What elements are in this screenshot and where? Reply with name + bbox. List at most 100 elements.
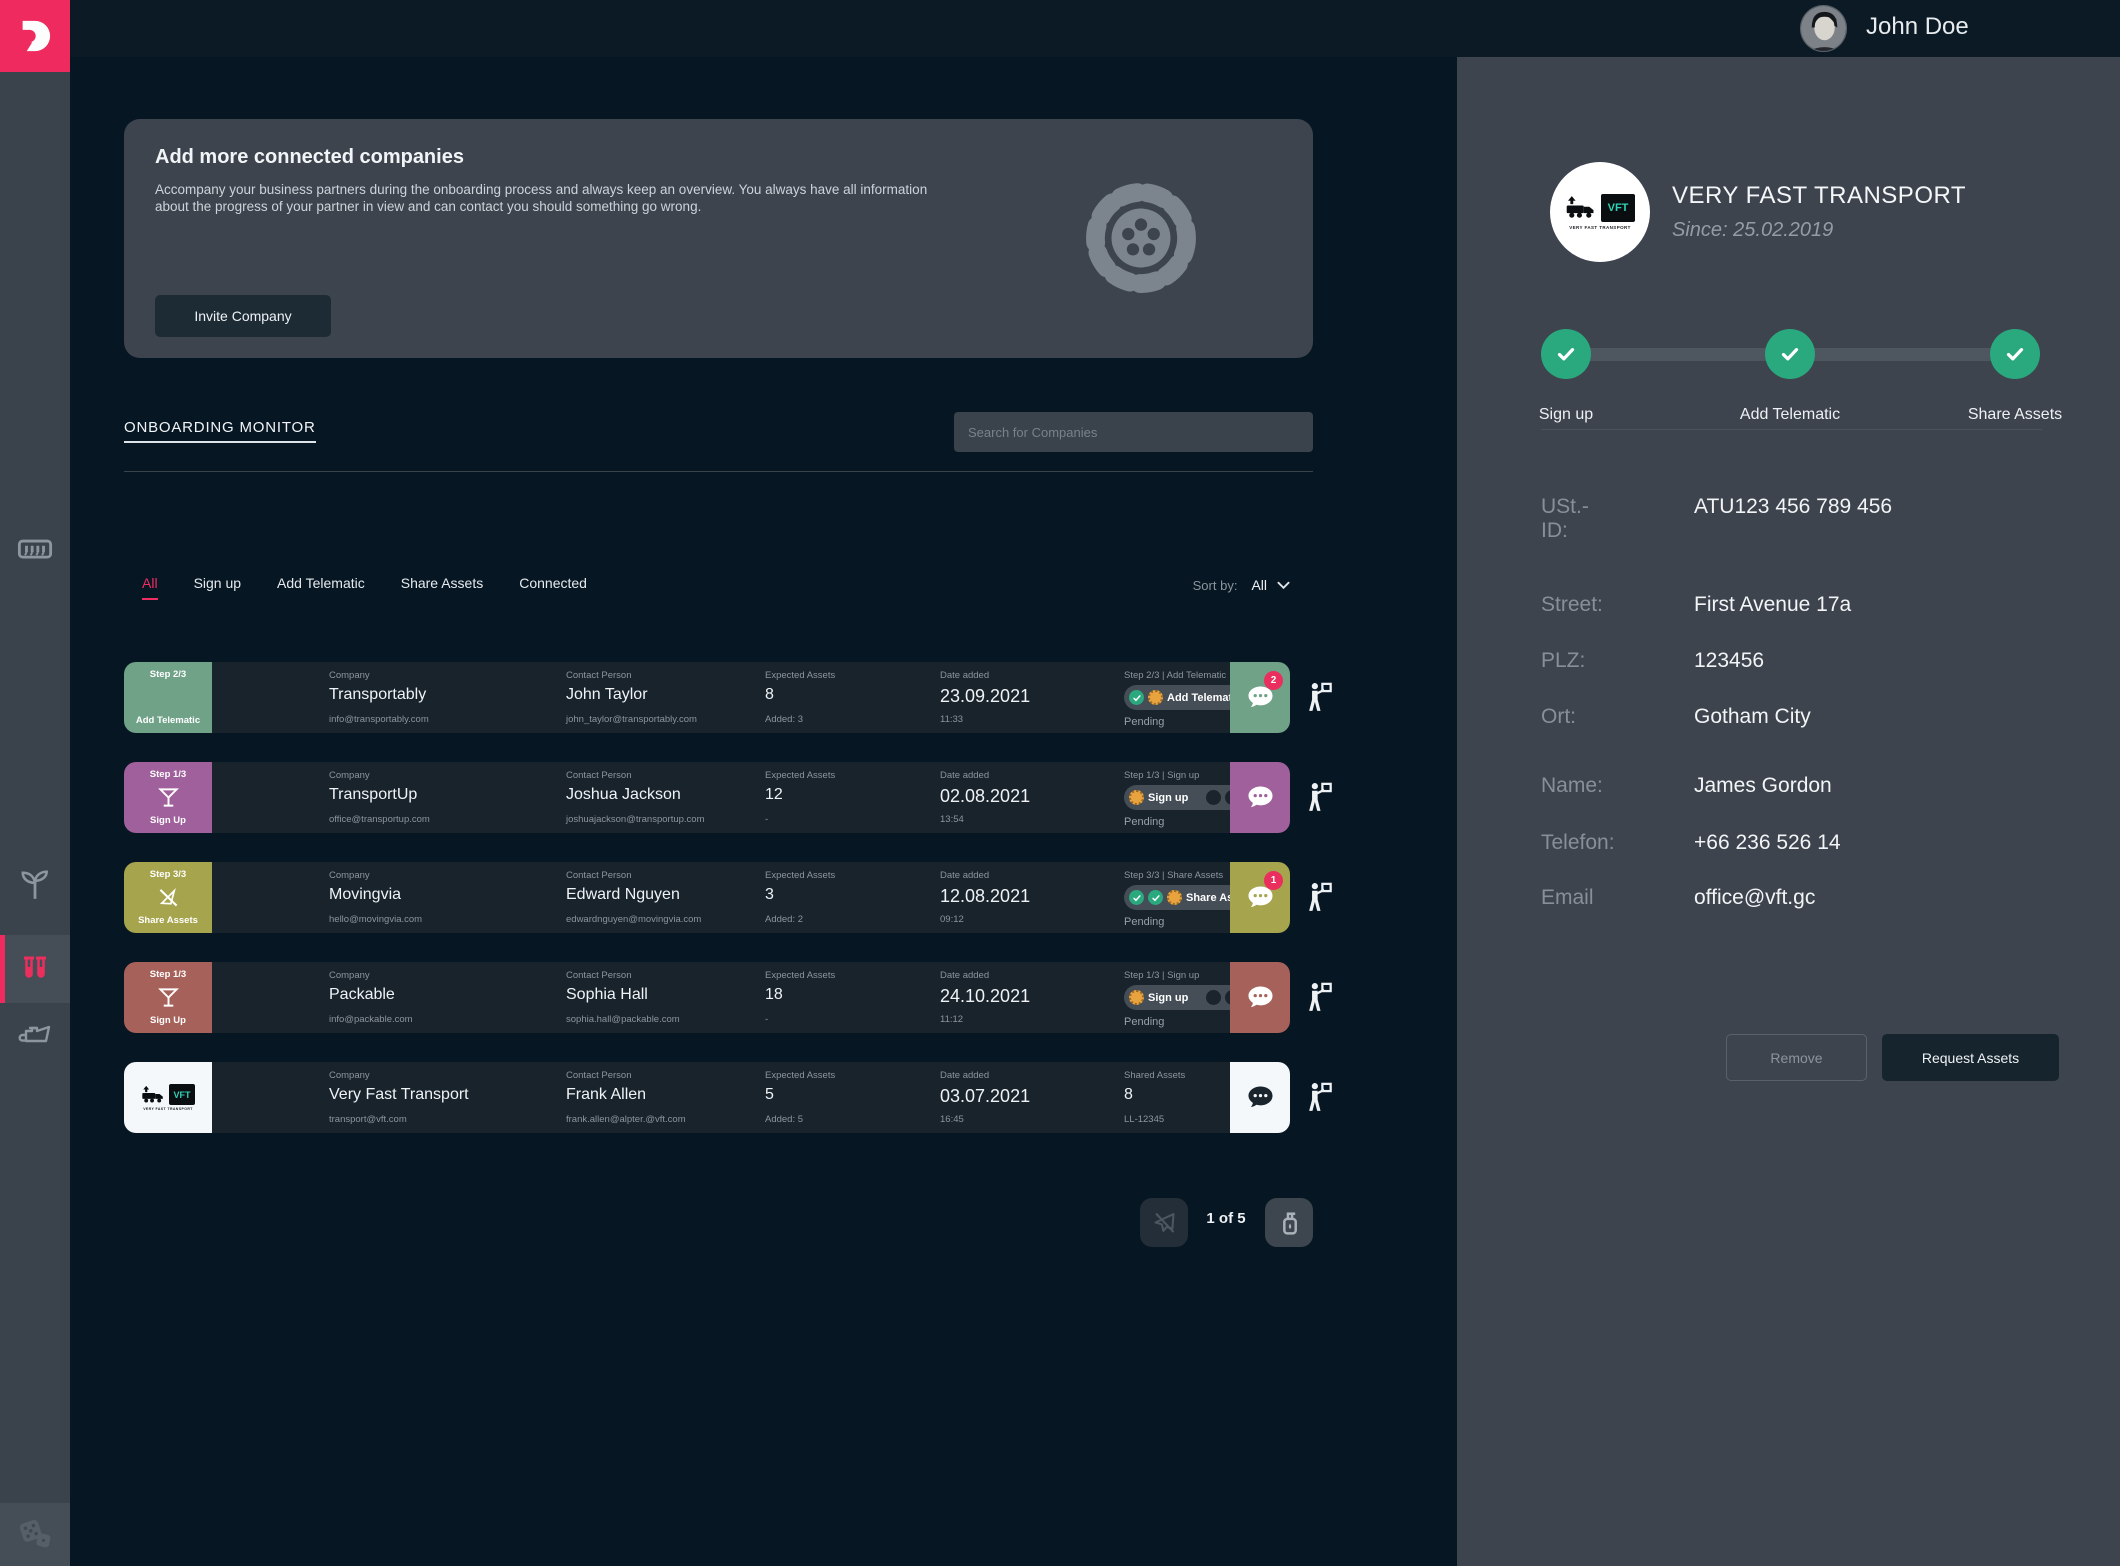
- top-header: John Doe: [70, 0, 2120, 57]
- company-name: Packable: [329, 986, 395, 1004]
- sort-by: Sort by: All: [1050, 577, 1290, 593]
- seedling-icon: [18, 868, 52, 902]
- chat-button[interactable]: 2: [1230, 662, 1290, 733]
- contact-email: joshuajackson@transportup.com: [566, 814, 705, 825]
- company-rows: Step 2/3 Add Telematic Company Transport…: [124, 662, 1374, 1162]
- expected-value: 12: [765, 786, 783, 804]
- vft-abbr: VFT: [1601, 194, 1635, 222]
- check-icon: [1777, 341, 1803, 367]
- invite-card-title: Add more connected companies: [155, 146, 464, 169]
- row-badge: Step 1/3 Sign Up: [124, 762, 212, 833]
- company-name: Very Fast Transport: [329, 1086, 469, 1104]
- sidebar-item-seedling[interactable]: [0, 855, 70, 915]
- invite-company-button[interactable]: Invite Company: [155, 295, 331, 337]
- app-logo[interactable]: [0, 0, 70, 72]
- expected-value: 8: [765, 686, 774, 704]
- date-value: 03.07.2021: [940, 1086, 1030, 1107]
- sidebar-item-games[interactable]: [0, 1503, 70, 1563]
- martini-icon: [158, 787, 179, 808]
- tab-share-assets[interactable]: Share Assets: [401, 575, 484, 600]
- panel-company-name: VERY FAST TRANSPORT: [1672, 182, 1966, 210]
- active-step-dot: [1129, 790, 1144, 805]
- person-sign-icon[interactable]: [1306, 882, 1333, 918]
- bottle-icon: [1277, 1208, 1302, 1237]
- vft-mini-logo: VFT VERY FAST TRANSPORT: [141, 1069, 195, 1126]
- user-avatar[interactable]: [1800, 5, 1847, 52]
- progress-pill[interactable]: Sign up: [1124, 985, 1246, 1010]
- row-body[interactable]: Company TransportUp office@transportup.c…: [212, 762, 1230, 833]
- field-value: Gotham City: [1694, 705, 1811, 729]
- remove-button[interactable]: Remove: [1726, 1034, 1867, 1081]
- row-badge: Step 2/3 Add Telematic: [124, 662, 212, 733]
- contact-name: Frank Allen: [566, 1086, 646, 1104]
- column-label-contact: Contact Person: [566, 970, 631, 981]
- done-step-dot: [1148, 890, 1163, 905]
- truck-icon: [1565, 195, 1599, 221]
- vft-abbr: VFT: [169, 1084, 195, 1105]
- next-page-button[interactable]: [1265, 1198, 1313, 1247]
- tab-sign-up[interactable]: Sign up: [194, 575, 241, 600]
- chat-button[interactable]: [1230, 1062, 1290, 1133]
- tab-add-telematic[interactable]: Add Telematic: [277, 575, 365, 600]
- column-label-contact: Contact Person: [566, 670, 631, 681]
- tab-connected[interactable]: Connected: [519, 575, 587, 600]
- row-body[interactable]: Company Packable info@packable.com Conta…: [212, 962, 1230, 1033]
- pill-label: Sign up: [1148, 792, 1188, 804]
- person-sign-icon[interactable]: [1306, 1082, 1333, 1118]
- contact-email: sophia.hall@packable.com: [566, 1014, 680, 1025]
- chat-bubble-icon: [1247, 1085, 1274, 1110]
- request-assets-button[interactable]: Request Assets: [1882, 1034, 2059, 1081]
- field-label: PLZ:: [1541, 649, 1585, 673]
- tab-all[interactable]: All: [142, 575, 158, 600]
- chat-button[interactable]: [1230, 762, 1290, 833]
- panel-divider: [1541, 429, 2042, 430]
- row-badge: VFT VERY FAST TRANSPORT: [124, 1062, 212, 1133]
- row-body[interactable]: Company Very Fast Transport transport@vf…: [212, 1062, 1230, 1133]
- vft-caption: VERY FAST TRANSPORT: [143, 1107, 193, 1111]
- date-value: 24.10.2021: [940, 986, 1030, 1007]
- person-sign-icon[interactable]: [1306, 982, 1333, 1018]
- sidebar-item-oil[interactable]: [0, 1005, 70, 1065]
- user-name: John Doe: [1866, 13, 1969, 41]
- filter-tabs: All Sign up Add Telematic Share Assets Conne…: [142, 575, 587, 600]
- row-body[interactable]: Company Transportably info@transportably…: [212, 662, 1230, 733]
- shared-sub: LL-12345: [1124, 1114, 1164, 1125]
- person-sign-icon[interactable]: [1306, 782, 1333, 818]
- dice-icon: [16, 1516, 54, 1550]
- sort-by-select[interactable]: All: [1251, 577, 1290, 593]
- person-sign-icon[interactable]: [1306, 682, 1333, 718]
- column-label-date: Date added: [940, 970, 989, 981]
- notification-badge: 1: [1264, 871, 1283, 890]
- progress-pill[interactable]: Share Assets: [1124, 885, 1246, 910]
- column-label-company: Company: [329, 870, 370, 881]
- active-step-dot: [1129, 990, 1144, 1005]
- expected-value: 18: [765, 986, 783, 1004]
- company-email: hello@movingvia.com: [329, 914, 422, 925]
- company-search-input[interactable]: [954, 412, 1313, 452]
- date-value: 12.08.2021: [940, 886, 1030, 907]
- progress-pill[interactable]: Sign up: [1124, 785, 1246, 810]
- progress-pill[interactable]: Add Telematic: [1124, 685, 1246, 710]
- sidebar-item-lab[interactable]: [0, 940, 70, 1000]
- field-label: Street:: [1541, 593, 1603, 617]
- field-value: office@vft.gc: [1694, 886, 1815, 910]
- done-step-dot: [1129, 890, 1144, 905]
- martini-icon: [158, 987, 179, 1009]
- invite-card: Add more connected companies Accompany y…: [124, 119, 1313, 358]
- chevron-down-icon: [1277, 581, 1290, 590]
- date-value: 02.08.2021: [940, 786, 1030, 807]
- badge-label: Sign Up: [150, 815, 186, 826]
- martini-icon: [158, 787, 179, 809]
- field-label: Telefon:: [1541, 831, 1615, 855]
- step-label-signup: Sign up: [1539, 406, 1593, 424]
- row-body[interactable]: Company Movingvia hello@movingvia.com Co…: [212, 862, 1230, 933]
- slashed-pen-icon: [158, 887, 179, 908]
- date-sub: 13:54: [940, 814, 964, 825]
- chat-button[interactable]: [1230, 962, 1290, 1033]
- sidebar-item-trailer[interactable]: [0, 520, 70, 580]
- column-label-company: Company: [329, 770, 370, 781]
- field-value: +66 236 526 14: [1694, 831, 1841, 855]
- chat-button[interactable]: 1: [1230, 862, 1290, 933]
- active-step-dot: [1167, 890, 1182, 905]
- check-icon: [1553, 341, 1579, 367]
